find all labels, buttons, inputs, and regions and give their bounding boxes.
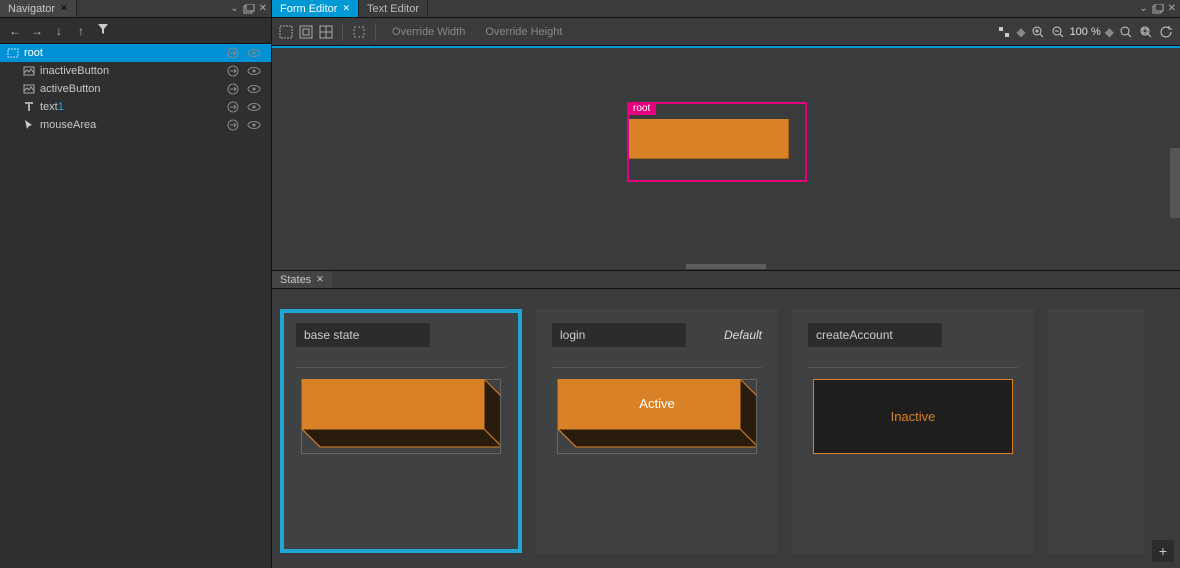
export-icon[interactable] [227, 47, 239, 59]
export-icon[interactable] [227, 119, 239, 131]
navigator-tab-label: Navigator [8, 3, 55, 15]
state-name-input[interactable]: base state [296, 323, 430, 347]
state-name-input[interactable]: login [552, 323, 686, 347]
forward-icon[interactable]: → [28, 24, 46, 38]
navigator-tab[interactable]: Navigator ✕ [0, 0, 77, 17]
tab-form-editor[interactable]: Form Editor ✕ [272, 0, 359, 17]
state-preview [301, 379, 501, 454]
export-icon[interactable] [227, 65, 239, 77]
image-icon [22, 64, 36, 78]
export-icon[interactable] [227, 101, 239, 113]
zoom-fit-icon[interactable] [1118, 24, 1134, 40]
tree-row-inactivebutton[interactable]: inactiveButton [0, 62, 271, 80]
zoom-out-icon[interactable] [1050, 24, 1066, 40]
preview-label: Inactive [891, 409, 936, 424]
no-snap-icon[interactable] [278, 24, 294, 40]
detach-icon[interactable] [1152, 4, 1164, 14]
zoom-level[interactable]: 100 % [1070, 26, 1101, 38]
override-width-field[interactable]: Override Width [384, 26, 473, 38]
add-state-button[interactable]: + [1152, 540, 1174, 562]
state-name-input[interactable]: createAccount [808, 323, 942, 347]
filter-icon[interactable] [94, 23, 112, 38]
tab-label: Text Editor [367, 3, 419, 15]
rect-icon [6, 46, 20, 60]
states-body: base state login Default Active [272, 289, 1180, 568]
state-default-label: Default [724, 328, 762, 342]
reset-view-icon[interactable] [996, 24, 1012, 40]
tree-row-text1[interactable]: text1 [0, 98, 271, 116]
bounding-rect-icon[interactable] [351, 24, 367, 40]
tree-item-label: mouseArea [40, 119, 227, 131]
tab-label: Form Editor [280, 3, 337, 15]
eye-icon[interactable] [247, 101, 261, 113]
eye-icon[interactable] [247, 65, 261, 77]
reset-icon[interactable] [1158, 24, 1174, 40]
tree-item-label: text1 [40, 101, 227, 113]
cursor-icon [22, 118, 36, 132]
close-icon[interactable]: ✕ [316, 274, 324, 285]
canvas-selection[interactable]: root [627, 102, 807, 182]
zoom-in-icon[interactable] [1030, 24, 1046, 40]
tree-item-label: activeButton [40, 83, 227, 95]
navigator-panel: Navigator ✕ ⌄ ✕ ← → ↓ ↑ root i [0, 0, 272, 568]
tree-item-label: root [24, 47, 227, 59]
eye-icon[interactable] [247, 83, 261, 95]
states-tab-label: States [280, 274, 311, 286]
up-icon[interactable]: ↑ [72, 24, 90, 38]
form-toolbar: Override Width Override Height ◆ 100 % ◆ [272, 18, 1180, 46]
tree-row-activebutton[interactable]: activeButton [0, 80, 271, 98]
tab-text-editor[interactable]: Text Editor [359, 0, 428, 17]
state-card-new[interactable] [1048, 309, 1144, 553]
image-icon [22, 82, 36, 96]
snap-anchor-icon[interactable] [318, 24, 334, 40]
editor-tabbar: Form Editor ✕ Text Editor ⌄ ✕ [272, 0, 1180, 18]
canvas-item[interactable] [629, 119, 789, 159]
state-card-base-state[interactable]: base state [280, 309, 522, 553]
detach-icon[interactable] [243, 4, 255, 14]
editor-panel: Form Editor ✕ Text Editor ⌄ ✕ Override W… [272, 0, 1180, 568]
tree-row-mousearea[interactable]: mouseArea [0, 116, 271, 134]
zoom-selection-icon[interactable] [1138, 24, 1154, 40]
scrollbar-thumb[interactable] [1170, 148, 1180, 218]
states-panel: States ✕ base state login [272, 270, 1180, 568]
preview-label: Active [639, 396, 674, 411]
override-height-field[interactable]: Override Height [477, 26, 570, 38]
tree-row-root[interactable]: root [0, 44, 271, 62]
close-icon[interactable]: ✕ [259, 3, 267, 14]
chevron-down-icon[interactable]: ⌄ [230, 3, 238, 14]
state-preview: Active [557, 379, 757, 454]
navigator-toolbar: ← → ↓ ↑ [0, 18, 271, 44]
export-icon[interactable] [227, 83, 239, 95]
form-canvas[interactable]: root [272, 46, 1180, 264]
snap-parent-icon[interactable] [298, 24, 314, 40]
state-preview: Inactive [813, 379, 1013, 454]
back-icon[interactable]: ← [6, 24, 24, 38]
down-icon[interactable]: ↓ [50, 24, 68, 38]
chevron-down-icon[interactable]: ⌄ [1139, 3, 1147, 14]
eye-icon[interactable] [247, 119, 261, 131]
states-tab[interactable]: States ✕ [272, 271, 332, 288]
tree-item-label: inactiveButton [40, 65, 227, 77]
selection-label: root [627, 102, 656, 115]
state-card-createaccount[interactable]: createAccount Inactive [792, 309, 1034, 553]
eye-icon[interactable] [247, 47, 261, 59]
text-icon [22, 100, 36, 114]
navigator-tabbar: Navigator ✕ ⌄ ✕ [0, 0, 271, 18]
close-icon[interactable]: ✕ [1168, 3, 1176, 14]
close-icon[interactable]: ✕ [342, 3, 350, 14]
navigator-tree: root inactiveButton activeButton [0, 44, 271, 568]
state-card-login[interactable]: login Default Active [536, 309, 778, 553]
close-icon[interactable]: ✕ [60, 3, 68, 14]
